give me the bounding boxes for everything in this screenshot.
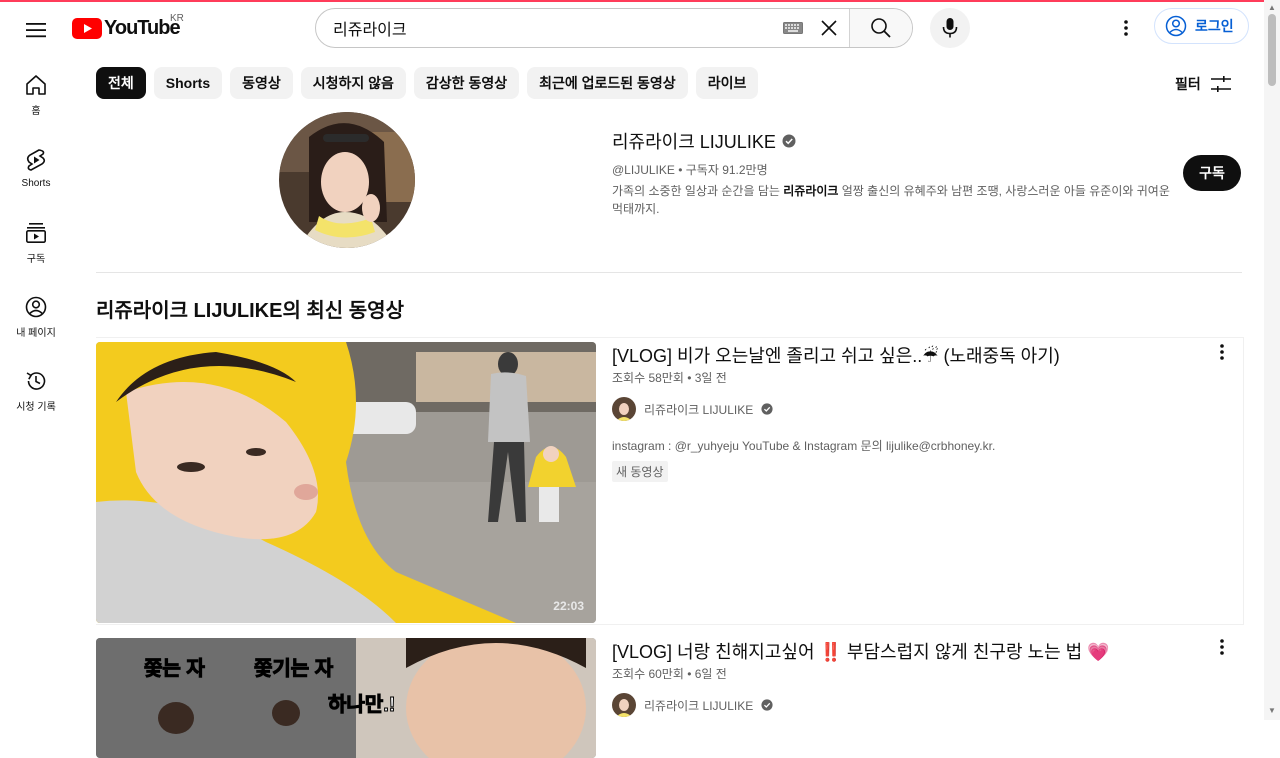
scrollbar[interactable]: ▲ ▼ — [1264, 0, 1280, 720]
chip-recently-uploaded[interactable]: 최근에 업로드된 동영상 — [527, 67, 688, 99]
menu-button[interactable] — [16, 10, 56, 50]
sidebar-item-you[interactable]: 내 페이지 — [4, 278, 68, 348]
search-input[interactable] — [316, 9, 781, 47]
channel-name-small: 리쥬라이크 LIJULIKE — [644, 698, 754, 713]
channel-avatar[interactable] — [279, 112, 415, 248]
scroll-down-icon[interactable]: ▼ — [1268, 706, 1276, 715]
scroll-up-icon[interactable]: ▲ — [1268, 3, 1276, 12]
home-icon — [26, 75, 46, 95]
sidebar-item-label: Shorts — [21, 178, 51, 189]
sidebar-item-subscriptions[interactable]: 구독 — [4, 204, 68, 274]
chip-live[interactable]: 라이브 — [695, 67, 759, 99]
search-button[interactable] — [849, 9, 912, 47]
masthead: YouTube KR 로그인 — [0, 2, 1264, 56]
new-video-badge: 새 동영상 — [612, 461, 668, 482]
sidebar-item-label: 홈 — [31, 106, 41, 117]
divider — [96, 272, 1242, 273]
video-thumbnail[interactable]: 쫓는 자 쫓기는 자 하나만.! — [96, 638, 596, 758]
more-vertical-icon — [1220, 639, 1224, 655]
youtube-play-icon — [72, 17, 102, 39]
verified-badge-icon — [761, 699, 773, 711]
chip-watched[interactable]: 감상한 동영상 — [413, 67, 520, 99]
video-more-button[interactable] — [1210, 340, 1234, 364]
history-icon — [26, 372, 46, 390]
video-more-button[interactable] — [1210, 635, 1234, 659]
thumbnail-caption: 쫓기는 자 — [253, 658, 334, 681]
channel-avatar-small[interactable] — [612, 397, 636, 421]
video-channel[interactable]: 리쥬라이크 LIJULIKE — [612, 397, 773, 421]
channel-handle-subscribers: @LIJULIKE • 구독자 91.2만명 — [612, 163, 768, 177]
subscribe-button[interactable]: 구독 — [1183, 155, 1241, 191]
video-stats: 조회수 58만회 • 3일 전 — [612, 371, 727, 385]
you-icon — [25, 296, 47, 318]
subscriptions-icon — [25, 223, 46, 243]
search-box — [315, 8, 913, 48]
shorts-icon — [26, 149, 46, 171]
thumbnail-caption: 쫓는 자 — [144, 658, 206, 681]
channel-name-small: 리쥬라이크 LIJULIKE — [644, 402, 754, 417]
section-title: 리쥬라이크 LIJULIKE의 최신 동영상 — [96, 300, 404, 322]
verified-badge-icon — [761, 403, 773, 415]
sidebar-item-shorts[interactable]: Shorts — [4, 130, 68, 200]
region-code: KR — [170, 13, 184, 24]
chip-unwatched[interactable]: 시청하지 않음 — [300, 67, 406, 99]
video-title[interactable]: [VLOG] 비가 오는날엔 졸리고 쉬고 싶은..☔ (노래중독 아기) — [612, 342, 1060, 368]
sidebar-item-home[interactable]: 홈 — [4, 56, 68, 126]
chip-shorts[interactable]: Shorts — [153, 67, 223, 99]
filter-label: 필터 — [1175, 76, 1201, 92]
video-channel[interactable]: 리쥬라이크 LIJULIKE — [612, 693, 773, 717]
hamburger-icon — [26, 23, 46, 38]
sidebar-item-label: 시청 기록 — [16, 402, 56, 413]
chip-videos[interactable]: 동영상 — [230, 67, 293, 99]
search-icon — [871, 18, 891, 38]
voice-search-button[interactable] — [930, 8, 970, 48]
more-vertical-icon — [1220, 344, 1224, 360]
logo-text: YouTube — [104, 16, 181, 39]
filter-button[interactable]: 필터 — [1175, 72, 1231, 96]
channel-name-text: 리쥬라이크 LIJULIKE — [612, 132, 776, 152]
channel-avatar-small[interactable] — [612, 693, 636, 717]
scrollbar-thumb[interactable] — [1268, 14, 1276, 86]
login-button[interactable]: 로그인 — [1154, 8, 1249, 44]
sidebar-item-label: 구독 — [26, 254, 46, 265]
sidebar-item-label: 내 페이지 — [16, 328, 56, 339]
channel-name[interactable]: 리쥬라이크 LIJULIKE — [612, 128, 796, 154]
video-item[interactable]: 쫓는 자 쫓기는 자 하나만.! [VLOG] 너랑 친해지고싶어 ‼️ 부담스… — [96, 633, 1244, 758]
filter-sliders-icon — [1210, 76, 1231, 92]
desc-highlight: 리쥬라이크 — [783, 184, 839, 198]
video-title[interactable]: [VLOG] 너랑 친해지고싶어 ‼️ 부담스럽지 않게 친구랑 노는 법 💗 — [612, 638, 1110, 664]
chip-all[interactable]: 전체 — [96, 67, 146, 99]
desc-part: 가족의 소중한 일상과 순간을 담는 — [612, 184, 784, 198]
account-icon — [1165, 15, 1187, 37]
video-item[interactable]: 22:03 [VLOG] 비가 오는날엔 졸리고 쉬고 싶은..☔ (노래중독 … — [96, 337, 1244, 625]
thumbnail-caption: 하나만.! — [327, 694, 396, 717]
sidebar-item-history[interactable]: 시청 기록 — [4, 352, 68, 422]
channel-description: 가족의 소중한 일상과 순간을 담는 리쥬라이크 얼짱 출신의 유혜주와 남편 … — [612, 182, 1172, 218]
video-description: instagram : @r_yuhyeju YouTube & Instagr… — [612, 439, 996, 453]
filter-chips: 전체 Shorts 동영상 시청하지 않음 감상한 동영상 최근에 업로드된 동… — [96, 67, 759, 99]
login-label: 로그인 — [1195, 18, 1234, 34]
video-duration: 22:03 — [553, 599, 584, 613]
keyboard-icon[interactable] — [781, 9, 805, 47]
more-vertical-icon — [1124, 20, 1128, 36]
settings-more-button[interactable] — [1106, 8, 1146, 48]
video-stats: 조회수 60만회 • 6일 전 — [612, 667, 727, 681]
video-thumbnail[interactable]: 22:03 — [96, 342, 596, 623]
youtube-logo[interactable]: YouTube — [72, 16, 181, 40]
verified-badge-icon — [782, 134, 796, 148]
clear-search-icon[interactable] — [809, 9, 849, 47]
microphone-icon — [942, 18, 958, 38]
